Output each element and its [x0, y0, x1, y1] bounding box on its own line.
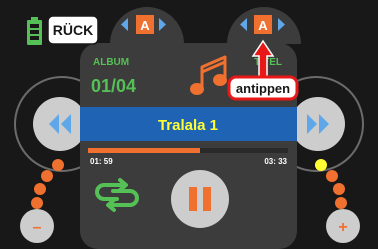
elapsed-time: 01: 59	[90, 157, 113, 166]
next-track-button[interactable]	[291, 97, 345, 151]
album-value: 01/04	[91, 76, 136, 96]
total-time: 03: 33	[264, 157, 287, 166]
album-label: ALBUM	[93, 57, 129, 68]
volume-up-button[interactable]: +	[326, 209, 360, 243]
song-name: Tralala 1	[158, 117, 218, 134]
callout-text: antippen	[236, 81, 290, 96]
album-button-label: A	[140, 18, 150, 33]
pause-icon	[189, 187, 197, 211]
title-button-label: A	[258, 18, 268, 33]
previous-track-button[interactable]	[33, 97, 87, 151]
volume-down-button[interactable]: –	[20, 209, 54, 243]
battery-icon	[27, 17, 42, 45]
progress-fill[interactable]	[88, 148, 200, 153]
volume-minus-label: –	[33, 219, 42, 236]
volume-plus-label: +	[338, 219, 347, 236]
mp3-player-screen: A A RÜCK ALBUM 01/04 TITEL 23	[0, 0, 378, 249]
pause-button[interactable]	[171, 170, 229, 228]
back-button[interactable]: RÜCK	[47, 15, 99, 45]
back-button-label: RÜCK	[53, 22, 93, 38]
